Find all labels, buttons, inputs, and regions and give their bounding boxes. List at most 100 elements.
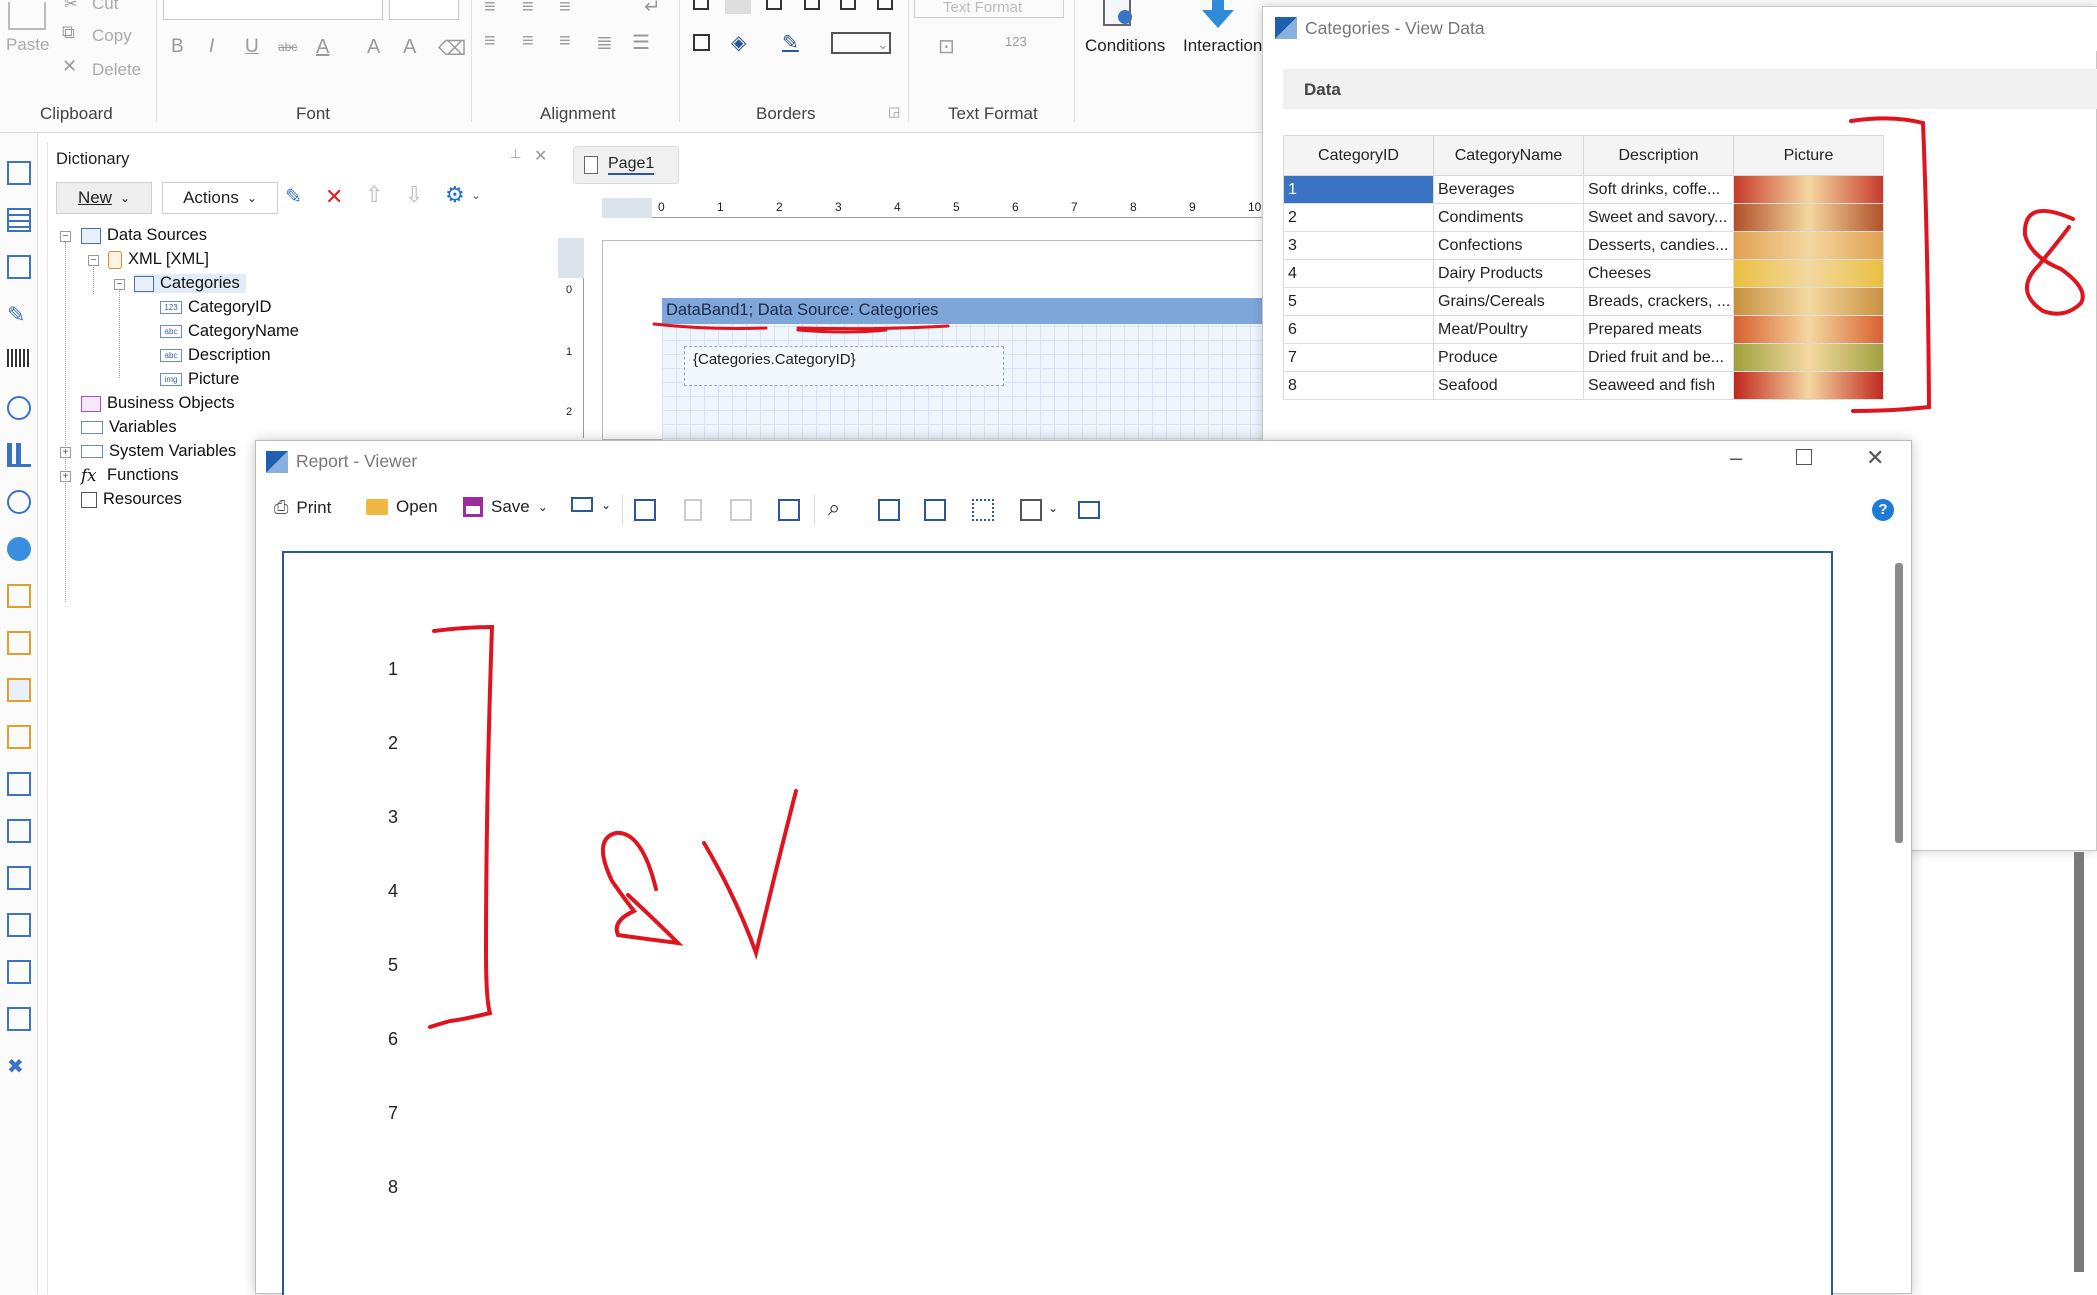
align-center-icon[interactable]: ≡	[522, 0, 534, 19]
actions-button[interactable]: Actions ⌄	[162, 182, 278, 214]
font-color-icon[interactable]: A	[316, 36, 329, 59]
cell-description[interactable]: Breads, crackers, ...	[1583, 287, 1734, 316]
move-down-icon[interactable]: ⇩	[405, 182, 423, 208]
barcode-icon[interactable]	[7, 349, 31, 367]
chevron-down-icon[interactable]: ⌄	[1048, 501, 1058, 515]
expand-toggle[interactable]: +	[60, 447, 71, 458]
band-icon[interactable]	[7, 725, 31, 749]
border-all-icon[interactable]	[693, 0, 709, 10]
tree-field-description[interactable]: abc Description	[160, 346, 271, 365]
border-icon[interactable]	[766, 0, 782, 10]
table-row[interactable]: 6 Meat/Poultry Prepared meats	[1283, 315, 1884, 344]
table-row[interactable]: 8 Seafood Seaweed and fish	[1283, 371, 1884, 400]
bookmarks-icon[interactable]	[634, 499, 656, 521]
gauge-icon[interactable]	[7, 490, 31, 514]
fill-color-icon[interactable]: ◈	[731, 30, 746, 55]
band-icon[interactable]	[7, 819, 31, 843]
tree-system-variables[interactable]: System Variables	[81, 442, 236, 461]
align-right-icon[interactable]: ≡	[559, 30, 571, 53]
band-icon[interactable]	[7, 584, 31, 608]
align-right-icon[interactable]: ≡	[559, 0, 571, 19]
border-selected-icon[interactable]	[725, 0, 751, 14]
move-up-icon[interactable]: ⇧	[365, 182, 383, 208]
edit-icon[interactable]: ✎	[285, 184, 302, 209]
interaction-button[interactable]: Interaction	[1183, 36, 1262, 56]
cell-categoryname[interactable]: Seafood	[1433, 371, 1584, 400]
tree-functions[interactable]: fx Functions	[81, 466, 179, 485]
table-row[interactable]: 1 Beverages Soft drinks, coffe...	[1283, 175, 1884, 204]
border-color-icon[interactable]: ✎	[782, 30, 799, 55]
font-size-combo[interactable]	[389, 0, 459, 20]
tree-data-sources[interactable]: Data Sources	[81, 226, 207, 245]
band-icon[interactable]	[7, 913, 31, 937]
border-icon[interactable]	[840, 0, 856, 10]
cell-categoryname[interactable]: Grains/Cereals	[1433, 287, 1584, 316]
underline-button[interactable]: U	[245, 36, 259, 58]
toolbox-icon[interactable]	[7, 161, 31, 185]
tools-icon[interactable]: ✖	[7, 1054, 31, 1078]
cell-categoryid[interactable]: 8	[1283, 371, 1434, 400]
grow-font-icon[interactable]: A	[367, 36, 380, 59]
band-icon[interactable]	[7, 678, 31, 702]
justify-icon[interactable]: ≣	[596, 30, 613, 55]
image-icon[interactable]	[7, 1007, 31, 1031]
format-icon[interactable]: ⊡	[938, 34, 955, 59]
line-spacing-icon[interactable]: ☰	[632, 30, 650, 55]
tree-categories[interactable]: Categories	[134, 274, 246, 293]
band-icon[interactable]	[7, 866, 31, 890]
help-icon[interactable]: ?	[1872, 499, 1894, 521]
close-button[interactable]: ✕	[1866, 445, 1884, 471]
close-icon[interactable]: ✕	[534, 146, 547, 166]
strike-button[interactable]: abc	[278, 40, 297, 54]
align-left-icon[interactable]: ≡	[484, 0, 496, 19]
chevron-down-icon[interactable]: ⌄	[471, 188, 481, 202]
scrollbar[interactable]	[1895, 563, 1903, 843]
cell-description[interactable]: Seaweed and fish	[1583, 371, 1734, 400]
cell-categoryname[interactable]: Beverages	[1433, 175, 1584, 204]
thumbnails-icon[interactable]	[730, 499, 752, 521]
clear-format-icon[interactable]: ⌫	[438, 36, 466, 61]
table-row[interactable]: 4 Dairy Products Cheeses	[1283, 259, 1884, 288]
cell-description[interactable]: Soft drinks, coffe...	[1583, 175, 1734, 204]
zoom-page-icon[interactable]	[878, 499, 900, 521]
number-format-icon[interactable]: 123	[1005, 34, 1027, 49]
collapse-toggle[interactable]: −	[114, 279, 125, 290]
cell-categoryid[interactable]: 1	[1283, 175, 1434, 204]
delete-button[interactable]: Delete	[92, 60, 141, 80]
cut-button[interactable]: Cut	[92, 0, 118, 14]
band-icon[interactable]	[7, 960, 31, 984]
cell-categoryid[interactable]: 6	[1283, 315, 1434, 344]
table-row[interactable]: 2 Condiments Sweet and savory...	[1283, 203, 1884, 232]
border-icon[interactable]	[877, 0, 893, 10]
gear-icon[interactable]: ⚙	[445, 182, 465, 208]
chart-icon[interactable]	[7, 443, 31, 467]
table-row[interactable]: 3 Confections Desserts, candies...	[1283, 231, 1884, 260]
align-left-icon[interactable]: ≡	[484, 30, 496, 53]
page-height-icon[interactable]	[924, 499, 946, 521]
cell-categoryid[interactable]: 4	[1283, 259, 1434, 288]
data-grid[interactable]: CategoryID CategoryName Description Pict…	[1283, 135, 1884, 400]
full-screen-icon[interactable]	[778, 499, 800, 521]
italic-button[interactable]: I	[209, 36, 214, 58]
band-icon[interactable]	[7, 772, 31, 796]
tree-variables[interactable]: Variables	[81, 418, 177, 437]
dialog-launcher-icon[interactable]: ◲	[888, 104, 900, 120]
tree-field-categoryname[interactable]: abc CategoryName	[160, 322, 299, 341]
cell-categoryid[interactable]: 3	[1283, 231, 1434, 260]
chevron-down-icon[interactable]: ⌄	[877, 36, 889, 53]
collapse-toggle[interactable]: −	[60, 231, 71, 242]
font-name-combo[interactable]	[163, 0, 383, 20]
expand-toggle[interactable]: +	[60, 471, 71, 482]
band-icon[interactable]	[7, 631, 31, 655]
shrink-font-icon[interactable]: A	[403, 36, 416, 59]
cell-description[interactable]: Cheeses	[1583, 259, 1734, 288]
column-header[interactable]: CategoryName	[1433, 135, 1584, 176]
map-icon[interactable]	[7, 537, 31, 561]
align-center-icon[interactable]: ≡	[522, 30, 534, 53]
pin-icon[interactable]: ⊥	[510, 146, 521, 162]
tree-resources[interactable]: Resources	[81, 490, 182, 509]
text-format-button[interactable]: Text Format	[914, 0, 1064, 18]
search-icon[interactable]: ⌕	[828, 495, 840, 521]
text-component[interactable]: {Categories.CategoryID}	[684, 346, 1004, 386]
parameters-icon[interactable]	[684, 499, 702, 521]
